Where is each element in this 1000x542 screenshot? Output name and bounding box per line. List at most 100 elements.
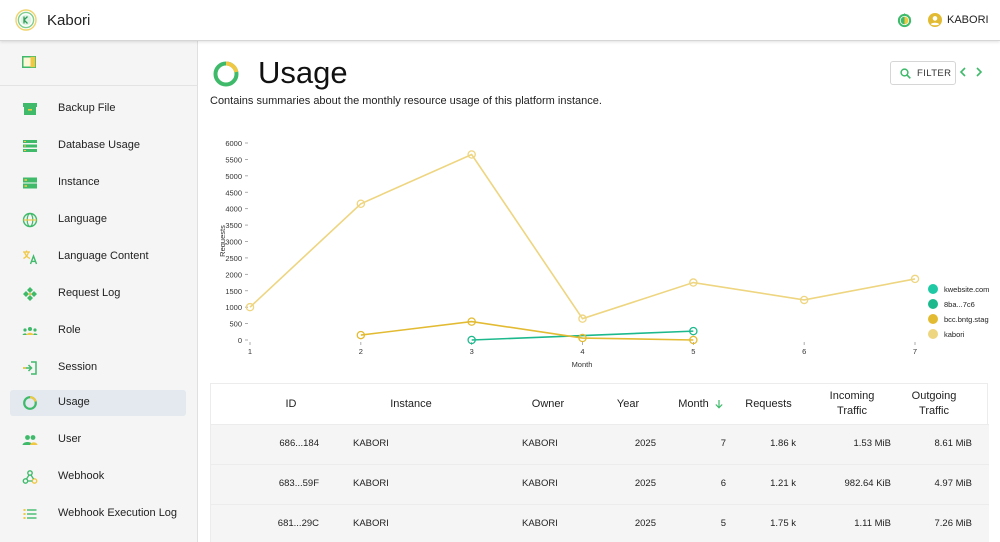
y-axis-tick-label: 0: [238, 336, 242, 345]
cell-requests: 1.21 k: [770, 478, 796, 489]
sidebar-item-label: Database Usage: [58, 139, 140, 151]
x-axis-tick-label: 1: [248, 347, 252, 356]
column-header-owner[interactable]: Owner: [503, 384, 593, 424]
x-axis-tick-label: 4: [580, 347, 584, 356]
y-axis-tick-label: 1500: [225, 287, 242, 296]
legend-label: 8ba...7c6: [944, 300, 975, 309]
table-row[interactable]: 681...29C KABORI KABORI 2025 5 1.75 k 1.…: [211, 504, 989, 542]
cell-owner: KABORI: [522, 478, 558, 489]
top-app-bar: Kabori KABORI: [0, 0, 1000, 41]
x-axis-tick-label: 3: [470, 347, 474, 356]
sidebar-item-label: Usage: [58, 396, 90, 408]
cell-incoming-traffic: 982.64 KiB: [844, 478, 891, 489]
sidebar-item-database-usage[interactable]: Database Usage: [10, 133, 186, 159]
sidebar-item-role[interactable]: Role: [10, 318, 186, 344]
y-axis-tick-label: 2000: [225, 270, 242, 279]
sidebar-item-user[interactable]: User: [10, 427, 186, 453]
user-group-icon: [22, 435, 38, 445]
y-axis-tick-label: 6000: [225, 139, 242, 148]
y-axis-label: Requests: [218, 225, 227, 257]
cell-year: 2025: [634, 518, 656, 529]
cell-year: 2025: [634, 438, 656, 449]
sidebar: Backup File Database Usage Instance Lang…: [0, 41, 198, 542]
cell-owner: KABORI: [522, 518, 558, 529]
request-log-icon: [23, 287, 37, 301]
user-name[interactable]: KABORI: [947, 14, 989, 26]
sidebar-item-webhook[interactable]: Webhook: [10, 464, 186, 490]
cell-month: 6: [720, 478, 726, 489]
sidebar-item-label: User: [58, 433, 82, 445]
usage-line-chart: 0 500 1000 1500 2000 2500 3000 3500 4000 4500 5000…: [218, 139, 989, 369]
y-axis-tick-label: 4000: [225, 205, 242, 214]
cell-outgoing-traffic: 7.26 MiB: [934, 518, 973, 529]
column-header-year[interactable]: Year: [603, 384, 653, 424]
cell-year: 2025: [634, 478, 656, 489]
y-axis-tick-label: 4500: [225, 188, 242, 197]
cell-month: 5: [720, 518, 726, 529]
kabori-logo-icon[interactable]: [15, 9, 37, 31]
y-axis-tick-label: 5000: [225, 172, 242, 181]
cell-outgoing-traffic: 4.97 MiB: [934, 478, 973, 489]
cell-id: 686...184: [279, 438, 319, 449]
usage-table: ID Instance Owner Year Month Requests In…: [210, 383, 989, 542]
sidebar-item-label: Instance: [58, 176, 100, 188]
sidebar-item-language[interactable]: Language: [10, 207, 186, 233]
x-axis-tick-label: 5: [691, 347, 695, 356]
sidebar-item-label: Session: [58, 361, 98, 373]
main-content: Usage Contains summaries about the month…: [198, 41, 1000, 542]
sidebar-toggle-icon[interactable]: [22, 56, 36, 68]
sidebar-item-backup-file[interactable]: Backup File: [10, 96, 186, 122]
x-axis-tick-label: 2: [359, 347, 363, 356]
theme-gear-icon[interactable]: [896, 12, 913, 29]
list-icon: [23, 509, 37, 519]
cell-outgoing-traffic: 8.61 MiB: [934, 438, 973, 449]
sidebar-item-request-log[interactable]: Request Log: [10, 281, 186, 307]
sidebar-item-instance[interactable]: Instance: [10, 170, 186, 196]
login-icon: [23, 361, 37, 375]
cell-owner: KABORI: [522, 438, 558, 449]
instance-icon: [23, 177, 37, 189]
cell-instance: KABORI: [353, 478, 389, 489]
sidebar-item-webhook-execution-log[interactable]: Webhook Execution Log: [10, 501, 186, 527]
table-row[interactable]: 683...59F KABORI KABORI 2025 6 1.21 k 98…: [211, 464, 989, 504]
cell-id: 683...59F: [278, 478, 319, 489]
sidebar-item-session[interactable]: Session: [10, 355, 186, 381]
sort-arrow-down-icon: [715, 400, 723, 409]
column-header-requests[interactable]: Requests: [736, 384, 801, 424]
column-header-id[interactable]: ID: [251, 384, 331, 424]
column-header-outgoing-traffic[interactable]: Outgoing Traffic: [901, 384, 967, 424]
backup-file-icon: [23, 103, 37, 115]
sidebar-item-label: Role: [58, 324, 81, 336]
legend-swatch: [928, 284, 938, 294]
globe-icon: [22, 212, 38, 228]
column-header-month-label: Month: [678, 397, 709, 410]
column-header-instance[interactable]: Instance: [371, 384, 451, 424]
account-circle-icon[interactable]: [928, 13, 942, 27]
sidebar-item-language-content[interactable]: Language Content: [10, 244, 186, 270]
column-header-month[interactable]: Month: [666, 384, 736, 424]
y-axis-tick-label: 2500: [225, 254, 242, 263]
role-icon: [22, 327, 38, 335]
sidebar-item-label: Webhook: [58, 470, 105, 482]
column-header-incoming-traffic[interactable]: Incoming Traffic: [819, 384, 885, 424]
database-icon: [23, 140, 37, 152]
table-row[interactable]: 686...184 KABORI KABORI 2025 7 1.86 k 1.…: [211, 424, 989, 464]
y-axis-tick-label: 1000: [225, 303, 242, 312]
sidebar-item-usage[interactable]: Usage: [10, 390, 186, 416]
y-axis-tick-label: 3000: [225, 238, 242, 247]
cell-incoming-traffic: 1.53 MiB: [853, 438, 892, 449]
sidebar-item-label: Language: [58, 213, 107, 225]
cell-instance: KABORI: [353, 438, 389, 449]
legend-label: kabori: [944, 330, 965, 339]
x-axis-tick-label: 6: [802, 347, 806, 356]
y-axis-tick-label: 3500: [225, 221, 242, 230]
webhook-icon: [22, 470, 38, 484]
legend-swatch: [928, 329, 938, 339]
cell-month: 7: [720, 438, 726, 449]
sidebar-item-label: Language Content: [58, 250, 149, 262]
sidebar-item-label: Backup File: [58, 102, 116, 114]
x-axis-label: Month: [572, 360, 593, 369]
y-axis-tick-label: 500: [229, 320, 242, 329]
cell-requests: 1.86 k: [770, 438, 796, 449]
sidebar-item-label: Request Log: [58, 287, 121, 299]
